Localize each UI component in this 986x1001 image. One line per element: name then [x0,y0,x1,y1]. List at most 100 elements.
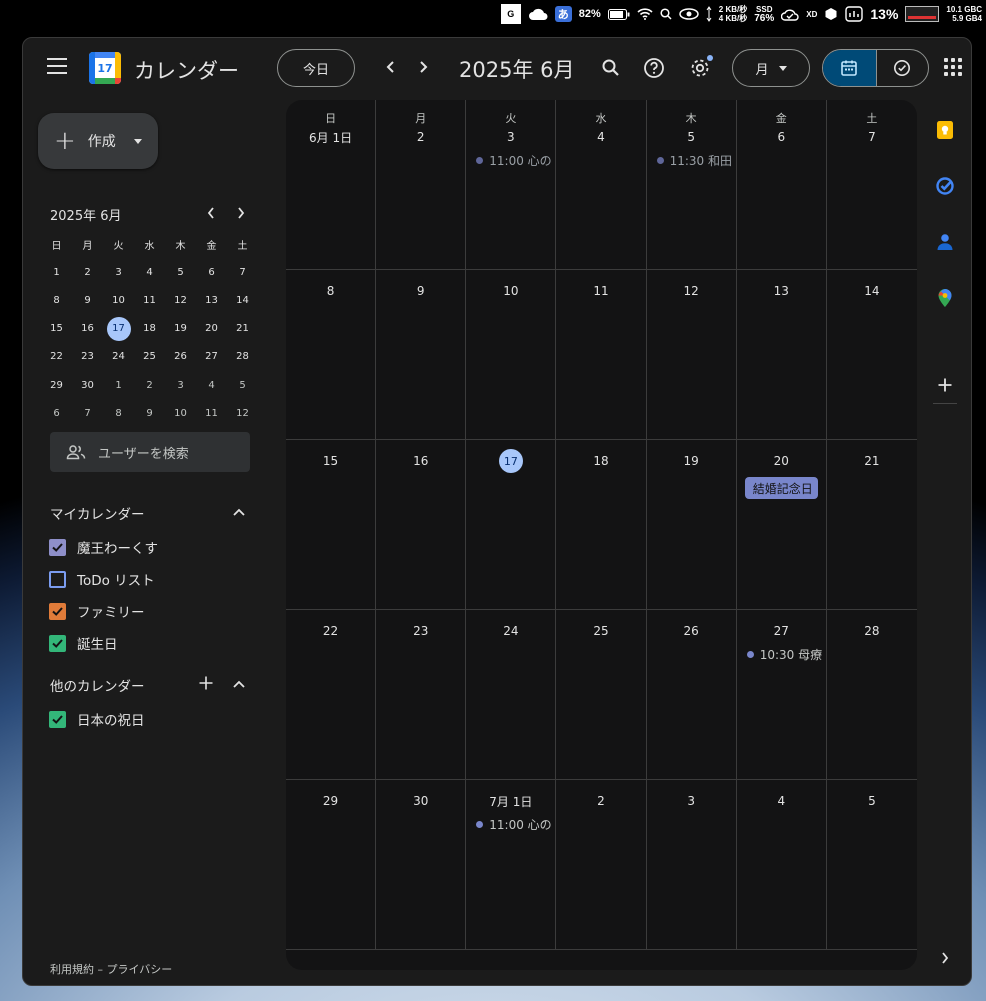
mini-day[interactable]: 23 [72,343,103,371]
mini-day[interactable]: 5 [165,258,196,286]
expand-side-panel-button[interactable] [935,948,955,968]
day-cell[interactable]: 29 [286,780,377,950]
day-number[interactable]: 5 [647,126,736,148]
mini-prev-button[interactable] [202,204,220,222]
eye-icon[interactable] [679,8,699,20]
mini-day[interactable]: 7 [72,399,103,427]
mini-day[interactable]: 6 [196,258,227,286]
my-calendars-collapse-button[interactable] [228,501,250,523]
mini-day[interactable]: 9 [72,286,103,314]
today-button[interactable]: 今日 [277,49,355,87]
day-number[interactable]: 2 [376,126,465,148]
day-number[interactable]: 11 [556,280,645,302]
gauge-icon[interactable] [845,6,864,22]
calendar-list-item[interactable]: 誕生日 [49,631,118,655]
day-number[interactable]: 6 [737,126,826,148]
prev-month-button[interactable] [379,55,403,79]
day-cell[interactable]: 19 [646,440,737,610]
keep-icon[interactable] [935,120,955,140]
search-button[interactable] [597,54,625,82]
day-number[interactable]: 26 [647,620,736,642]
mini-day[interactable]: 25 [134,343,165,371]
day-number[interactable]: 3 [647,790,736,812]
day-cell[interactable]: 金6 [736,100,827,270]
day-number[interactable]: 7 [827,126,917,148]
day-number[interactable]: 12 [647,280,736,302]
settings-button[interactable] [686,54,714,82]
mini-day[interactable]: 20 [196,315,227,343]
mini-day[interactable]: 1 [103,371,134,399]
input-method-indicator[interactable]: あ [554,6,572,22]
mini-day[interactable]: 8 [41,286,72,314]
mini-day[interactable]: 7 [227,258,258,286]
day-number[interactable]: 23 [376,620,465,642]
mini-day[interactable]: 21 [227,315,258,343]
add-addon-button[interactable] [935,375,955,395]
my-calendars-title[interactable]: マイカレンダー [50,503,145,523]
mini-day[interactable]: 3 [103,258,134,286]
day-cell[interactable]: 3 [646,780,737,950]
maps-icon[interactable] [935,288,955,308]
day-cell[interactable]: 18 [556,440,647,610]
day-number[interactable]: 21 [827,450,917,472]
day-number[interactable]: 4 [556,126,645,148]
mini-day[interactable]: 13 [196,286,227,314]
wifi-icon[interactable] [637,8,653,20]
contacts-icon[interactable] [935,232,955,252]
next-month-button[interactable] [411,55,435,79]
mini-day[interactable]: 8 [103,399,134,427]
timed-event[interactable]: 11:00 心の [476,152,555,169]
mini-day[interactable]: 2 [72,258,103,286]
day-cell[interactable]: 16 [376,440,467,610]
mini-day[interactable]: 12 [165,286,196,314]
day-number[interactable]: 29 [286,790,375,812]
day-cell[interactable]: 7月 1日 11:00 心の [466,780,557,950]
day-number[interactable]: 14 [827,280,917,302]
day-cell[interactable]: 10 [466,270,557,440]
day-cell[interactable]: 11 [556,270,647,440]
day-number[interactable]: 15 [286,450,375,472]
day-cell[interactable]: 5 [826,780,917,950]
day-cell[interactable]: 25 [556,610,647,780]
day-number[interactable]: 20 [737,450,826,472]
day-number[interactable]: 2 [556,790,645,812]
checkbox-checked-icon[interactable] [49,710,66,728]
checkbox-checked-icon[interactable] [49,602,66,620]
google-apps-icon[interactable] [944,58,962,76]
calendar-list-item[interactable]: ファミリー [49,599,145,623]
view-switcher[interactable]: 月 [732,49,810,87]
terms-privacy-link[interactable]: 利用規約 – プライバシー [50,961,172,977]
day-cell[interactable]: 4 [736,780,827,950]
mini-next-button[interactable] [232,204,250,222]
day-number[interactable]: 6月 1日 [286,126,375,148]
calendar-list-item[interactable]: 日本の祝日 [49,707,145,731]
mini-day[interactable]: 11 [134,286,165,314]
checkbox-checked-icon[interactable] [49,538,66,556]
calendar-view-button[interactable] [823,50,876,86]
mini-day[interactable]: 18 [134,315,165,343]
mini-day[interactable]: 30 [72,371,103,399]
calendar-list-item[interactable]: 魔王わーくす [49,535,158,559]
other-calendars-collapse-button[interactable] [228,673,250,695]
timed-event[interactable]: 11:00 心の [476,816,555,833]
other-calendars-title[interactable]: 他のカレンダー [50,675,145,695]
day-number[interactable]: 4 [737,790,826,812]
mini-day[interactable]: 19 [165,315,196,343]
day-number[interactable]: 7月 1日 [466,790,555,812]
day-cell[interactable]: 12 [646,270,737,440]
day-cell[interactable]: 21 [826,440,917,610]
day-cell[interactable]: 23 [376,610,467,780]
mini-day[interactable]: 4 [196,371,227,399]
checkbox-checked-icon[interactable] [49,634,66,652]
day-cell[interactable]: 水4 [556,100,647,270]
cloud-check-icon[interactable] [781,7,799,21]
day-number[interactable]: 19 [647,450,736,472]
day-number[interactable]: 27 [737,620,826,642]
day-cell[interactable]: 22 [286,610,377,780]
mini-day[interactable]: 9 [134,399,165,427]
mini-day[interactable]: 29 [41,371,72,399]
day-number[interactable]: 3 [466,126,555,148]
day-number[interactable]: 5 [827,790,917,812]
mini-day[interactable]: 12 [227,399,258,427]
mini-day[interactable]: 4 [134,258,165,286]
